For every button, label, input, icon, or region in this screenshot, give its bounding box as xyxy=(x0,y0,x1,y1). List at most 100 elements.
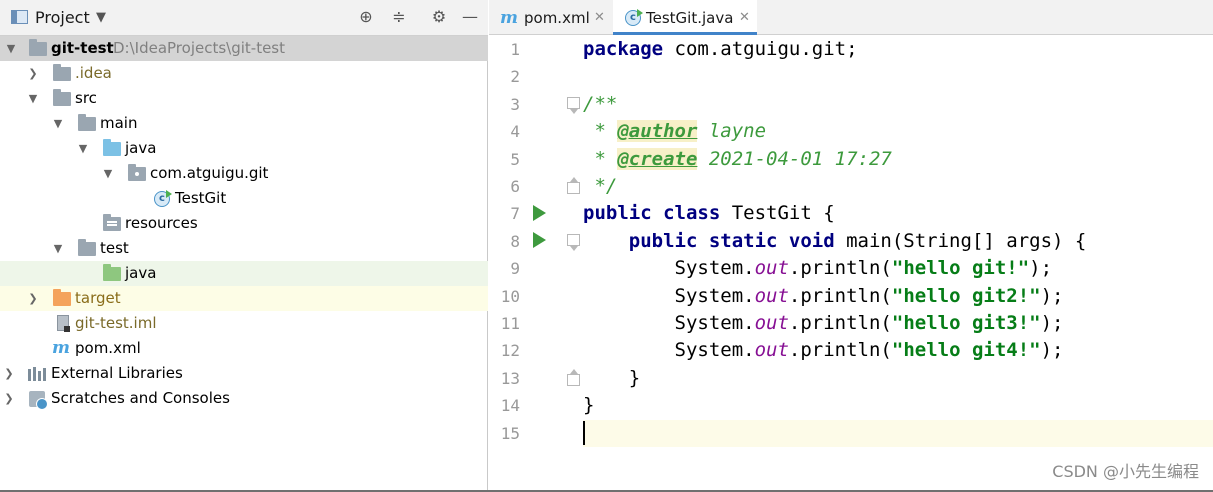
tree-item-external-libraries[interactable]: ❯ External Libraries xyxy=(0,361,488,386)
project-panel-header: Project ▼ ⊕ ≑ ⚙ — xyxy=(0,0,488,36)
chevron-right-icon[interactable]: ❯ xyxy=(26,61,40,86)
fold-icon[interactable] xyxy=(567,234,580,251)
line-number: 2 xyxy=(510,67,520,87)
code-text: System. xyxy=(583,284,755,307)
libraries-icon xyxy=(28,367,46,381)
tree-item-idea[interactable]: ❯ .idea xyxy=(0,61,488,86)
tree-item-label: External Libraries xyxy=(51,364,183,382)
code-area[interactable]: package com.atguigu.git; /** * @author l… xyxy=(583,36,1213,492)
tree-item-src[interactable]: ▼ src xyxy=(0,86,488,111)
project-tool-window: Project ▼ ⊕ ≑ ⚙ — ▼ git-test D:\IdeaProj… xyxy=(0,0,488,492)
tree-item-target[interactable]: ❯ target xyxy=(0,286,488,311)
chevron-right-icon[interactable]: ❯ xyxy=(2,361,16,386)
tab-pom-xml[interactable]: m pom.xml ✕ xyxy=(489,0,611,35)
tab-label: pom.xml xyxy=(524,9,590,27)
chevron-down-icon[interactable]: ▼ xyxy=(51,236,65,261)
code-line: System.out.println("hello git!"); xyxy=(583,255,1213,282)
current-line[interactable] xyxy=(583,419,1213,447)
close-icon[interactable]: ✕ xyxy=(594,0,605,36)
code-line: * @create 2021-04-01 17:27 xyxy=(583,146,1213,173)
tree-item-label: git-test.iml xyxy=(75,314,157,332)
tree-item-label: src xyxy=(75,89,97,107)
tree-item-main[interactable]: ▼ main xyxy=(0,111,488,136)
tree-item-java-test[interactable]: java xyxy=(0,261,488,286)
javadoc-tag: @create xyxy=(617,147,698,170)
chevron-down-icon[interactable]: ▼ xyxy=(96,10,106,25)
code-text: com.atguigu.git; xyxy=(663,38,858,60)
chevron-down-icon[interactable]: ▼ xyxy=(101,161,115,186)
code-line: */ xyxy=(583,173,1213,200)
tree-item-label: TestGit xyxy=(175,189,227,207)
line-number: 10 xyxy=(500,286,520,306)
folder-icon xyxy=(53,89,71,106)
chevron-down-icon[interactable]: ▼ xyxy=(26,86,40,111)
line-number: 8 xyxy=(510,231,520,251)
tree-item-label: resources xyxy=(125,214,198,232)
chevron-down-icon[interactable]: ▼ xyxy=(76,136,90,161)
comment: /** xyxy=(583,92,618,115)
package-icon xyxy=(128,164,146,181)
code-text: System. xyxy=(583,257,755,280)
tree-item-test[interactable]: ▼ test xyxy=(0,236,488,261)
chevron-down-icon[interactable]: ▼ xyxy=(51,111,65,136)
tree-item-iml[interactable]: git-test.iml xyxy=(0,311,488,336)
source-folder-icon xyxy=(103,139,121,156)
close-icon[interactable]: ✕ xyxy=(739,0,750,36)
code-text: ); xyxy=(1040,339,1064,362)
line-number: 3 xyxy=(510,94,520,114)
code-line: public class TestGit { xyxy=(583,200,1213,227)
code-text: .println( xyxy=(788,339,892,362)
code-text: System. xyxy=(583,312,755,334)
line-number: 6 xyxy=(510,177,520,196)
tree-item-testgit[interactable]: c TestGit xyxy=(0,186,488,211)
fold-icon[interactable] xyxy=(567,369,580,386)
code-line: System.out.println("hello git4!"); xyxy=(583,337,1213,364)
comment: layne xyxy=(697,120,767,143)
tree-item-scratches[interactable]: ❯ Scratches and Consoles xyxy=(0,386,488,411)
code-line: System.out.println("hello git3!"); xyxy=(583,310,1213,337)
tree-item-resources[interactable]: resources xyxy=(0,211,488,236)
run-icon[interactable] xyxy=(533,232,546,248)
code-text: TestGit { xyxy=(720,202,835,225)
code-text: .println( xyxy=(788,312,892,334)
keyword: package xyxy=(583,38,664,60)
collapse-all-icon[interactable]: ≑ xyxy=(387,5,411,29)
fold-icon[interactable] xyxy=(567,177,580,194)
chevron-down-icon[interactable]: ▼ xyxy=(4,36,18,61)
tree-item-package[interactable]: ▼ com.atguigu.git xyxy=(0,161,488,186)
run-icon[interactable] xyxy=(533,205,546,221)
code-text: ); xyxy=(1040,312,1064,334)
tree-item-git-test[interactable]: ▼ git-test D:\IdeaProjects\git-test xyxy=(0,36,488,61)
code-text: ); xyxy=(1029,257,1053,280)
tab-testgit-java[interactable]: c TestGit.java ✕ xyxy=(613,0,757,35)
static-field: out xyxy=(754,284,789,307)
static-field: out xyxy=(754,257,789,280)
editor-tab-bar: m pom.xml ✕ c TestGit.java ✕ xyxy=(489,0,1213,35)
code-line: /** xyxy=(583,91,1213,118)
line-number: 14 xyxy=(500,396,520,416)
project-panel-title[interactable]: Project xyxy=(35,8,90,27)
code-text: System. xyxy=(583,339,755,362)
resources-folder-icon xyxy=(103,214,121,231)
javadoc-tag: @author xyxy=(617,120,698,143)
watermark: CSDN @小先生编程 xyxy=(1052,462,1199,481)
keyword: public class xyxy=(583,202,721,225)
maven-icon: m xyxy=(500,8,518,28)
comment: 2021-04-01 17:27 xyxy=(697,147,892,170)
chevron-right-icon[interactable]: ❯ xyxy=(26,286,40,311)
fold-icon[interactable] xyxy=(567,97,580,114)
tree-item-label: git-test xyxy=(51,39,114,57)
minimize-icon[interactable]: — xyxy=(458,5,482,29)
locate-icon[interactable]: ⊕ xyxy=(354,5,378,29)
tree-item-java-main[interactable]: ▼ java xyxy=(0,136,488,161)
chevron-right-icon[interactable]: ❯ xyxy=(2,386,16,411)
tree-item-pom[interactable]: m pom.xml xyxy=(0,336,488,361)
comment: * xyxy=(583,120,618,143)
string-literal: "hello git!" xyxy=(891,257,1030,280)
project-path: D:\IdeaProjects\git-test xyxy=(113,39,286,57)
code-text: .println( xyxy=(788,257,892,280)
editor-gutter[interactable]: 1 2 3 4 5 6 7 8 9 10 11 12 13 14 15 xyxy=(489,36,580,492)
gear-icon[interactable]: ⚙ xyxy=(427,5,451,29)
